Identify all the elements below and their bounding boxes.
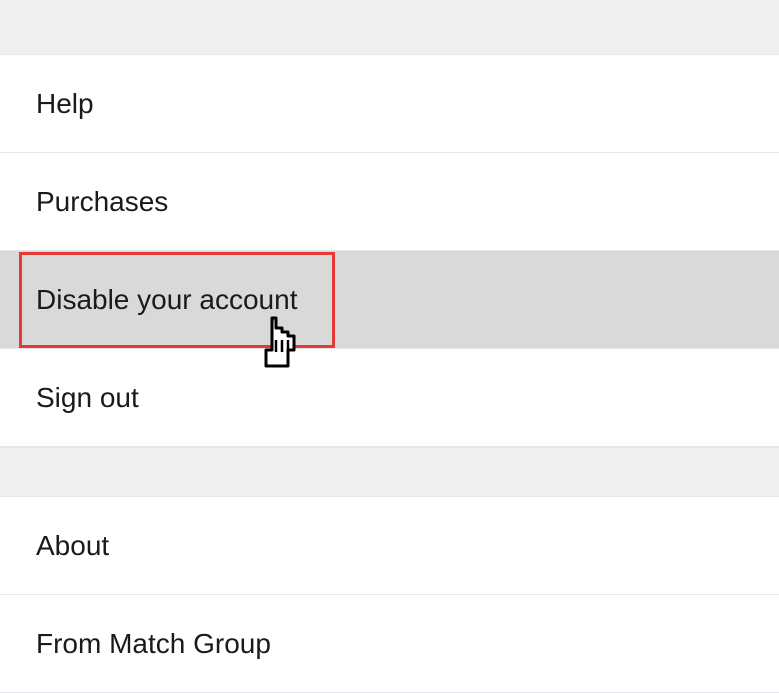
menu-item-purchases[interactable]: Purchases	[0, 153, 779, 251]
menu-item-label: Purchases	[36, 186, 168, 218]
menu-item-label: Sign out	[36, 382, 139, 414]
menu-item-label: Disable your account	[36, 284, 297, 316]
menu-item-label: Help	[36, 88, 94, 120]
section-spacer	[0, 447, 779, 497]
menu-item-about[interactable]: About	[0, 497, 779, 595]
section-spacer-top	[0, 0, 779, 55]
menu-item-from-match-group[interactable]: From Match Group	[0, 595, 779, 693]
menu-item-label: About	[36, 530, 109, 562]
menu-item-help[interactable]: Help	[0, 55, 779, 153]
menu-item-disable-account[interactable]: Disable your account	[0, 251, 779, 349]
settings-menu: Help Purchases Disable your account Sign…	[0, 0, 779, 693]
menu-item-label: From Match Group	[36, 628, 271, 660]
menu-item-sign-out[interactable]: Sign out	[0, 349, 779, 447]
